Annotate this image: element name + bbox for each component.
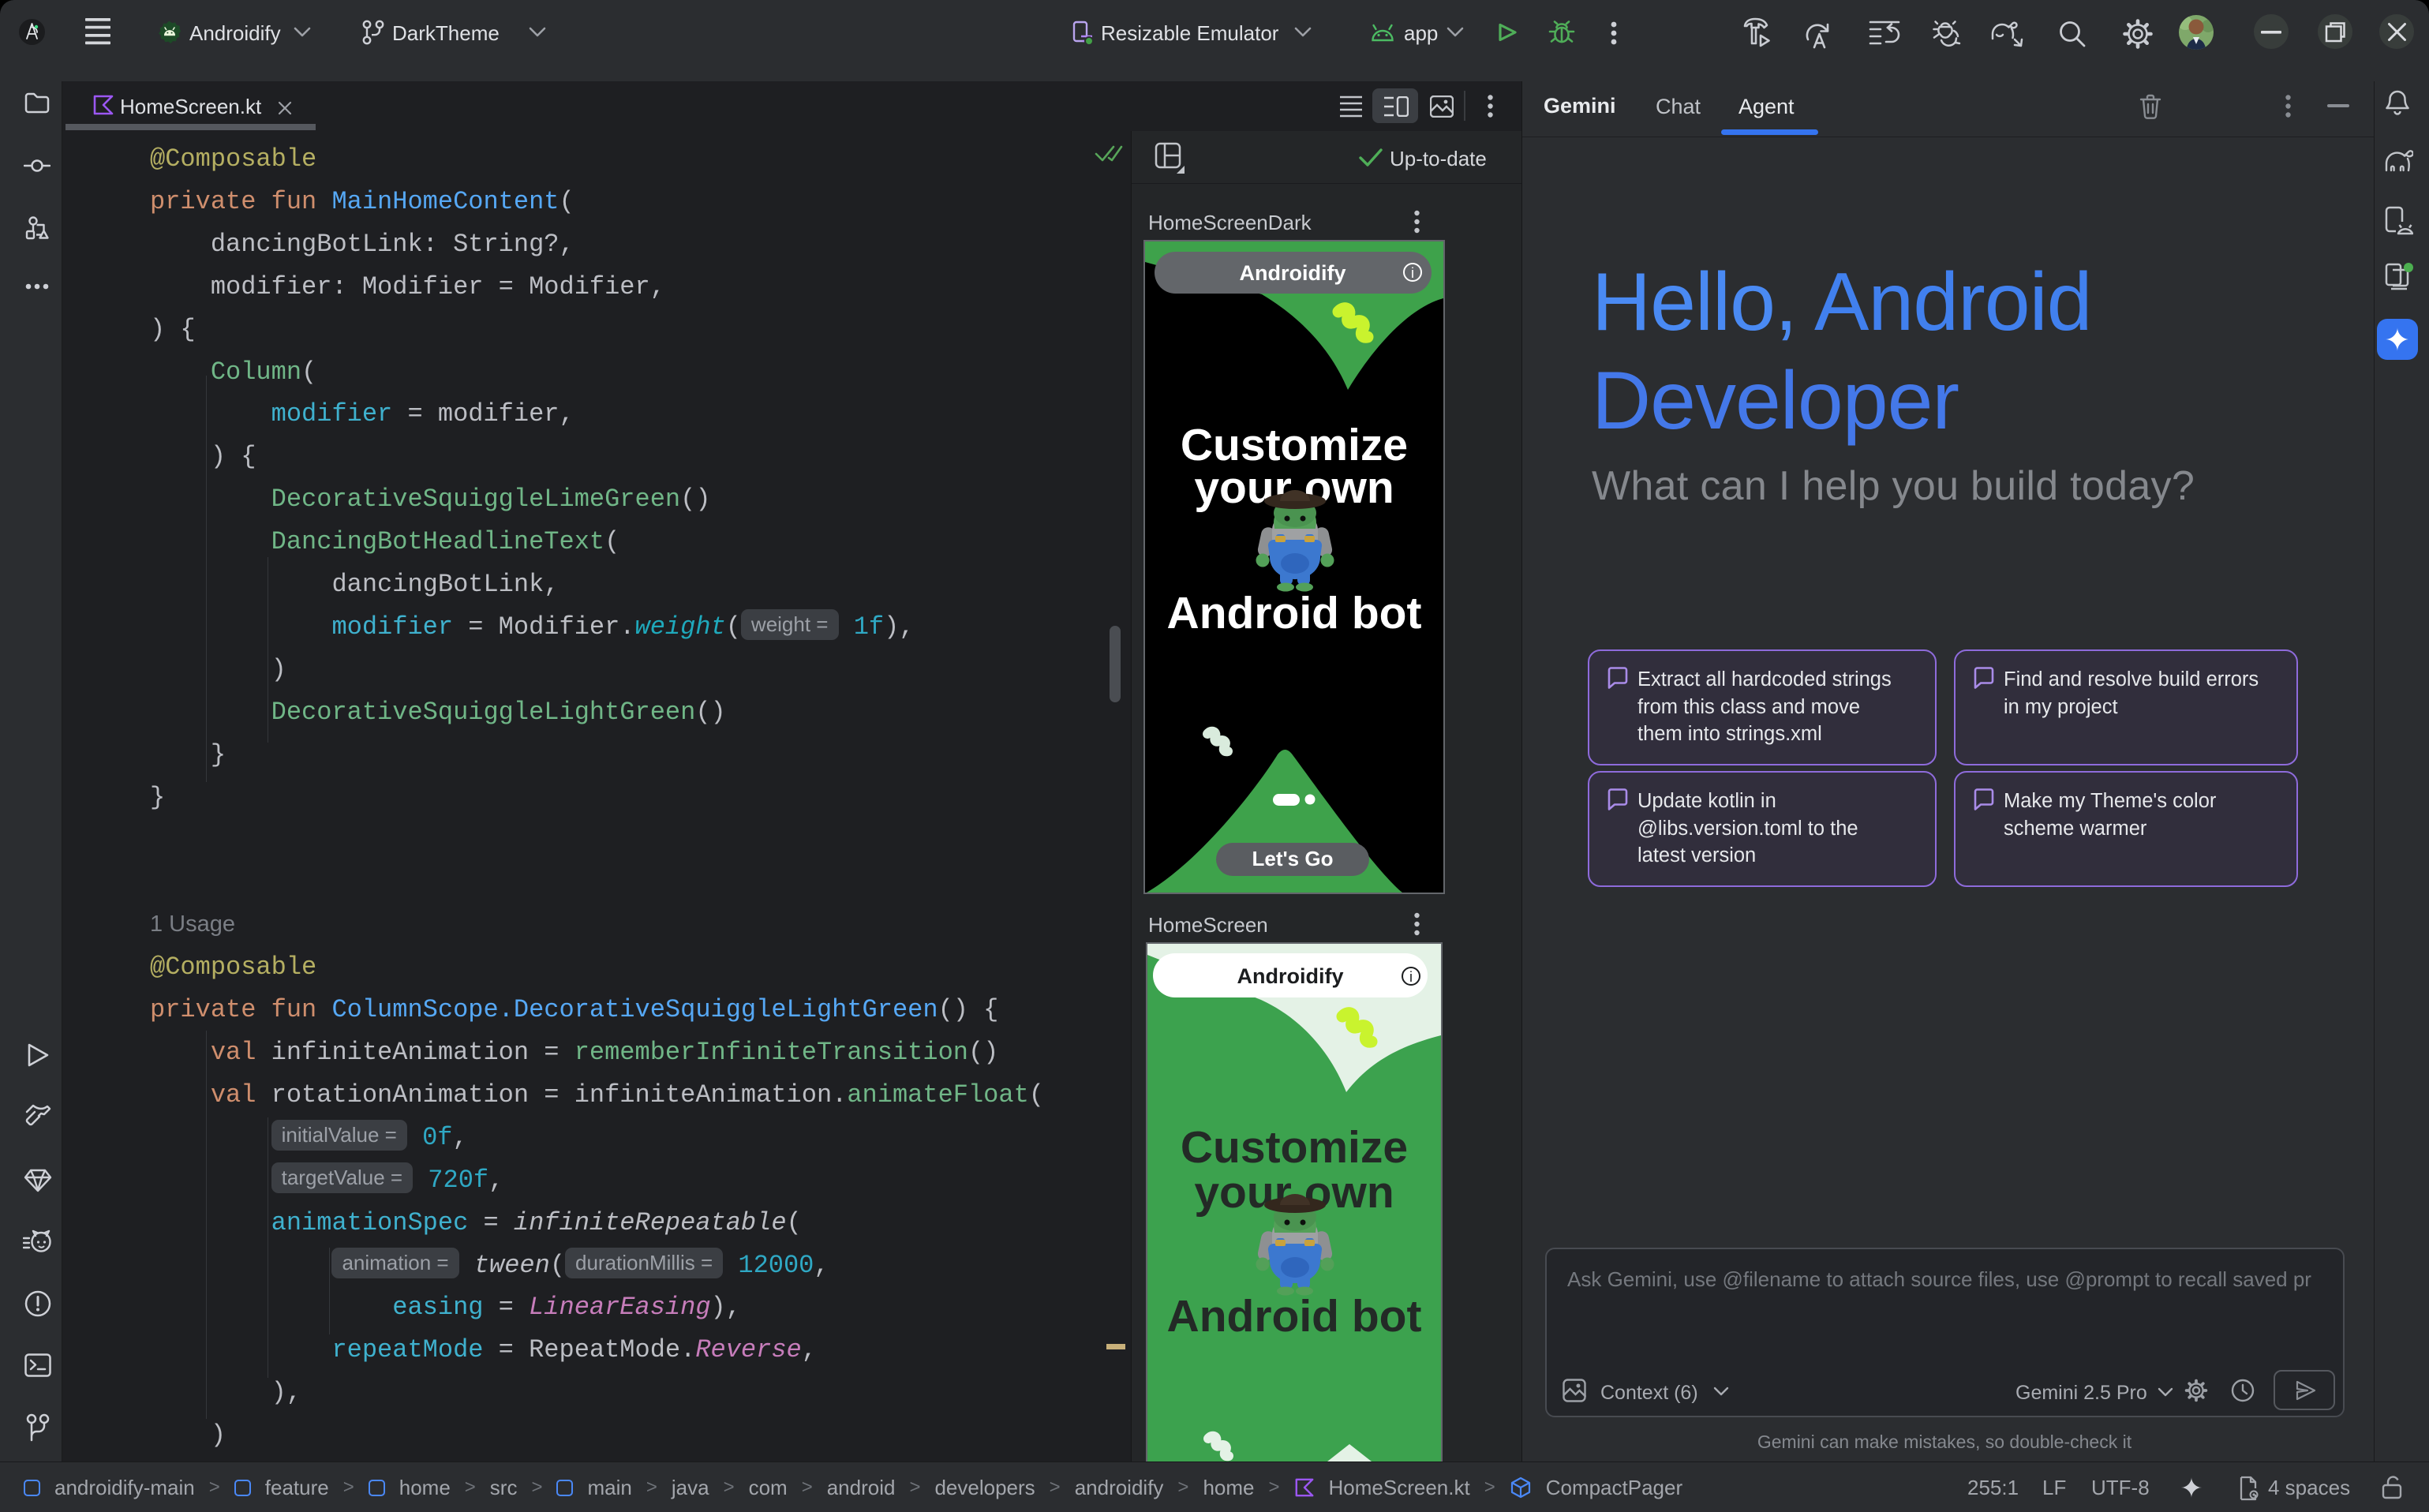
svg-text:Android bot: Android bot xyxy=(1167,1291,1422,1342)
svg-text:Android bot: Android bot xyxy=(1167,588,1422,638)
svg-text:i: i xyxy=(1409,969,1413,985)
svg-text:Androidify: Androidify xyxy=(1240,261,1346,285)
svg-text:Let's Go: Let's Go xyxy=(1252,847,1334,870)
svg-text:Customize: Customize xyxy=(1181,1122,1408,1173)
svg-text:i: i xyxy=(1411,265,1414,281)
svg-text:Androidify: Androidify xyxy=(1237,964,1344,988)
